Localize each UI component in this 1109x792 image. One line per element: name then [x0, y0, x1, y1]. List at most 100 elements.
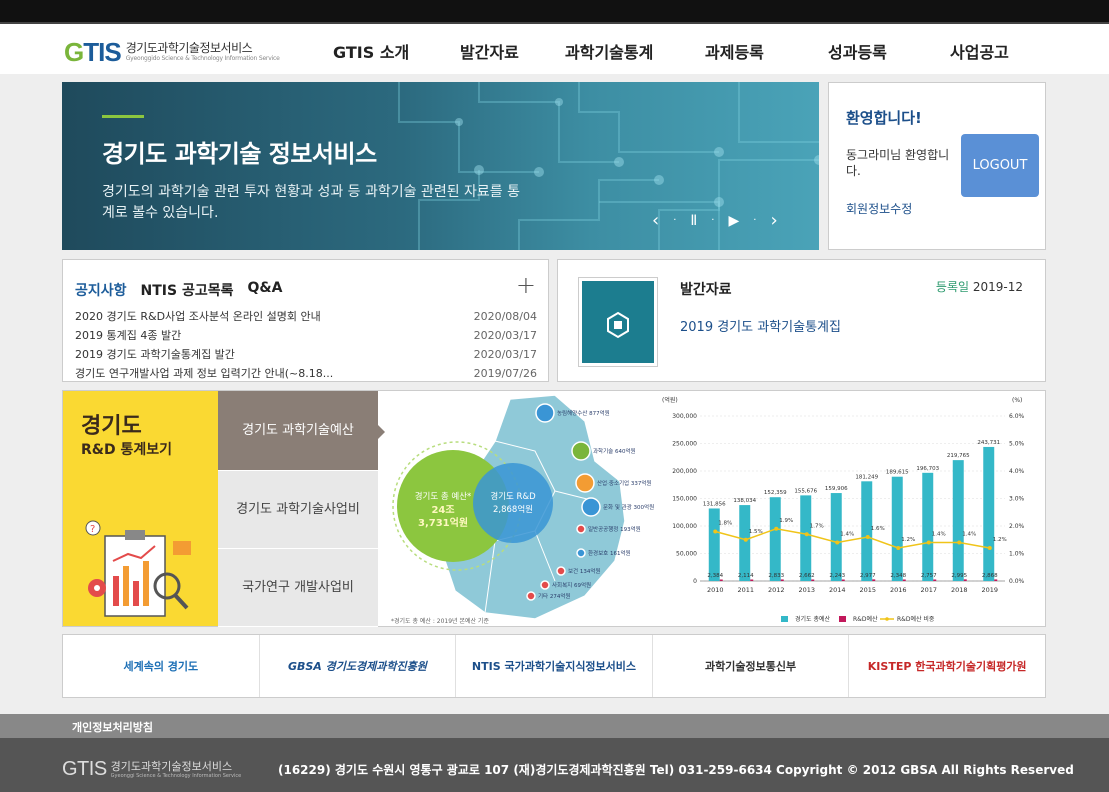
ratio-label: 1.8%: [718, 521, 732, 527]
menu-national-rd-cost[interactable]: 국가연구 개발사업비: [218, 549, 378, 627]
list-item[interactable]: 2020 경기도 R&D사업 조사분석 온라인 설명회 안내 2020/08/04: [75, 307, 537, 326]
y-tick-label: 150,000: [672, 496, 697, 503]
tab-notices[interactable]: 공지사항: [75, 280, 127, 300]
more-plus-icon[interactable]: +: [516, 273, 536, 297]
y-tick-label: 300,000: [672, 413, 697, 420]
map-item-marker: [576, 524, 586, 534]
x-tick-label: 2017: [920, 586, 937, 594]
nav-statistics[interactable]: 과학기술통계: [565, 39, 653, 63]
bar-total-label: 138,034: [733, 498, 756, 504]
partner-msit-logo[interactable]: 과학기술정보통신부: [653, 635, 850, 697]
y2-tick-label: 5.0%: [1009, 441, 1025, 448]
book-cover-image[interactable]: [578, 277, 658, 367]
slider-next-button[interactable]: ›: [770, 212, 777, 230]
menu-science-project-cost[interactable]: 경기도 과학기술사업비: [218, 471, 378, 549]
slider-pause-button[interactable]: Ⅱ: [690, 212, 697, 230]
x-tick-label: 2015: [859, 586, 876, 594]
publication-title-link[interactable]: 2019 경기도 과학기술통계집: [680, 316, 841, 335]
y2-tick-label: 2.0%: [1009, 523, 1025, 530]
logo-english-name: Gyeonggido Science & Technology Informat…: [125, 55, 280, 62]
welcome-user-name: 동그라미님 환영합니다.: [846, 148, 950, 178]
map-item-label: 일반공공행정 193억원: [588, 525, 641, 533]
map-total-value-2: 3,731억원: [418, 516, 468, 529]
nav-announcements[interactable]: 사업공고: [950, 39, 1009, 63]
ratio-label: 1.4%: [962, 532, 976, 538]
map-item-label: 농림해양수산 877억원: [557, 409, 610, 417]
nav-project-registration[interactable]: 과제등록: [705, 39, 764, 63]
publication-heading: 발간자료: [680, 282, 732, 298]
privacy-policy-link[interactable]: 개인정보처리방침: [72, 719, 153, 735]
hero-banner: 경기도 과학기술 정보서비스 경기도의 과학기술 관련 투자 현황과 성과 등 …: [62, 82, 819, 250]
y2-tick-label: 1.0%: [1009, 551, 1025, 558]
site-header: GTIS 경기도과학기술정보서비스 Gyeonggido Science & T…: [0, 24, 1109, 74]
x-tick-label: 2012: [768, 586, 785, 594]
tab-ntis-announcements[interactable]: NTIS 공고목록: [141, 280, 234, 300]
map-item-marker: [571, 441, 591, 461]
edit-profile-link[interactable]: 회원정보수정: [846, 200, 912, 217]
slider-dot-icon: ·: [673, 215, 677, 226]
rd-stats-subtitle: R&D 통계보기: [81, 442, 173, 458]
partner-links: 세계속의 경기도 GBSA 경기도경제과학진흥원 NTIS 국가과학기술지식정보…: [62, 634, 1046, 698]
x-tick-label: 2016: [890, 586, 907, 594]
budget-bar-line-chart: (억원) (%) 0 50,000 100,000 150,000 200,000 250,0…: [662, 396, 1025, 623]
ratio-label: 1.6%: [871, 526, 885, 532]
x-tick-label: 2018: [951, 586, 968, 594]
list-item[interactable]: 경기도 연구개발사업 과제 정보 입력기간 안내(~8.18... 2019/07…: [75, 364, 537, 383]
y-tick-label: 50,000: [676, 551, 697, 558]
legend-swatch: [781, 616, 788, 622]
legend-swatch-point: [885, 617, 889, 621]
chart-right-unit: (%): [1012, 397, 1022, 404]
ratio-point: [987, 546, 992, 550]
ratio-label: 1.7%: [810, 523, 824, 529]
ratio-point: [835, 540, 840, 545]
slider-controls: ‹ · Ⅱ · ▶ · ›: [652, 212, 778, 230]
hero-title: 경기도 과학기술 정보서비스: [102, 140, 377, 168]
site-logo[interactable]: GTIS 경기도과학기술정보서비스 Gyeonggido Science & T…: [64, 39, 280, 65]
footer-menu-bar: 개인정보처리방침: [0, 714, 1109, 738]
bar-total-budget: [983, 446, 995, 581]
nav-publications[interactable]: 발간자료: [460, 39, 519, 63]
slider-play-button[interactable]: ▶: [728, 212, 739, 230]
ratio-label: 1.5%: [749, 529, 763, 535]
notice-board: 공지사항 NTIS 공고목록 Q&A + 2020 경기도 R&D사업 조사분석…: [62, 259, 549, 382]
bar-total-label: 131,856: [703, 501, 726, 507]
site-footer: GTIS 경기도과학기술정보서비스 Gyeonggi Science & Tech…: [0, 738, 1109, 792]
map-item-marker: [575, 473, 595, 493]
ratio-point: [896, 546, 901, 550]
bar-rd-label: 2,977: [860, 573, 876, 579]
ratio-point: [804, 532, 809, 537]
bar-rd-label: 2,114: [738, 573, 754, 579]
x-tick-label: 2010: [707, 586, 724, 594]
map-item-marker: [535, 403, 555, 423]
budget-map: 경기도 총 예산* 24조 3,731억원 경기도 R&D 2,868억원 농림…: [385, 391, 655, 626]
ratio-label: 1.9%: [779, 518, 793, 524]
logo-korean-name: 경기도과학기술정보서비스: [125, 41, 253, 55]
ratio-point: [957, 540, 962, 545]
y-tick-label: 100,000: [672, 523, 697, 530]
x-tick-label: 2013: [798, 586, 815, 594]
map-item-marker: [581, 497, 601, 517]
map-footnote: *경기도 총 예산 : 2019년 본예산 기준: [391, 617, 489, 625]
logout-button[interactable]: LOGOUT: [961, 134, 1039, 197]
menu-science-budget[interactable]: 경기도 과학기술예산: [218, 391, 385, 471]
map-item-label: 보건 134억원: [568, 567, 601, 575]
partner-kistep-logo[interactable]: KISTEP 한국과학기술기획평가원: [849, 635, 1045, 697]
slider-prev-button[interactable]: ‹: [652, 212, 659, 230]
list-item[interactable]: 2019 통계집 4종 발간 2020/03/17: [75, 326, 537, 345]
partner-gbsa-logo[interactable]: GBSA 경기도경제과학진흥원: [260, 635, 457, 697]
partner-gyeonggi-logo[interactable]: 세계속의 경기도: [63, 635, 260, 697]
partner-ntis-logo[interactable]: NTIS 국가과학기술지식정보서비스: [456, 635, 653, 697]
gyeonggi-map-graphic: 경기도 총 예산* 24조 3,731억원 경기도 R&D 2,868억원 농림…: [391, 394, 654, 625]
nav-result-registration[interactable]: 성과등록: [828, 39, 887, 63]
y2-tick-label: 6.0%: [1009, 413, 1025, 420]
bar-rd-label: 2,833: [768, 573, 784, 579]
bar-rd-budget: [841, 579, 845, 581]
bar-rd-budget: [994, 579, 998, 581]
map-item-label: 환경보호 161억원: [588, 549, 631, 557]
bar-rd-label: 2,662: [799, 573, 815, 579]
tab-qna[interactable]: Q&A: [247, 280, 282, 300]
ratio-point: [865, 535, 870, 539]
list-item[interactable]: 2019 경기도 과학기술통계집 발간 2020/03/17: [75, 345, 537, 364]
bar-total-budget: [708, 508, 720, 581]
nav-gtis-intro[interactable]: GTIS 소개: [333, 39, 409, 63]
